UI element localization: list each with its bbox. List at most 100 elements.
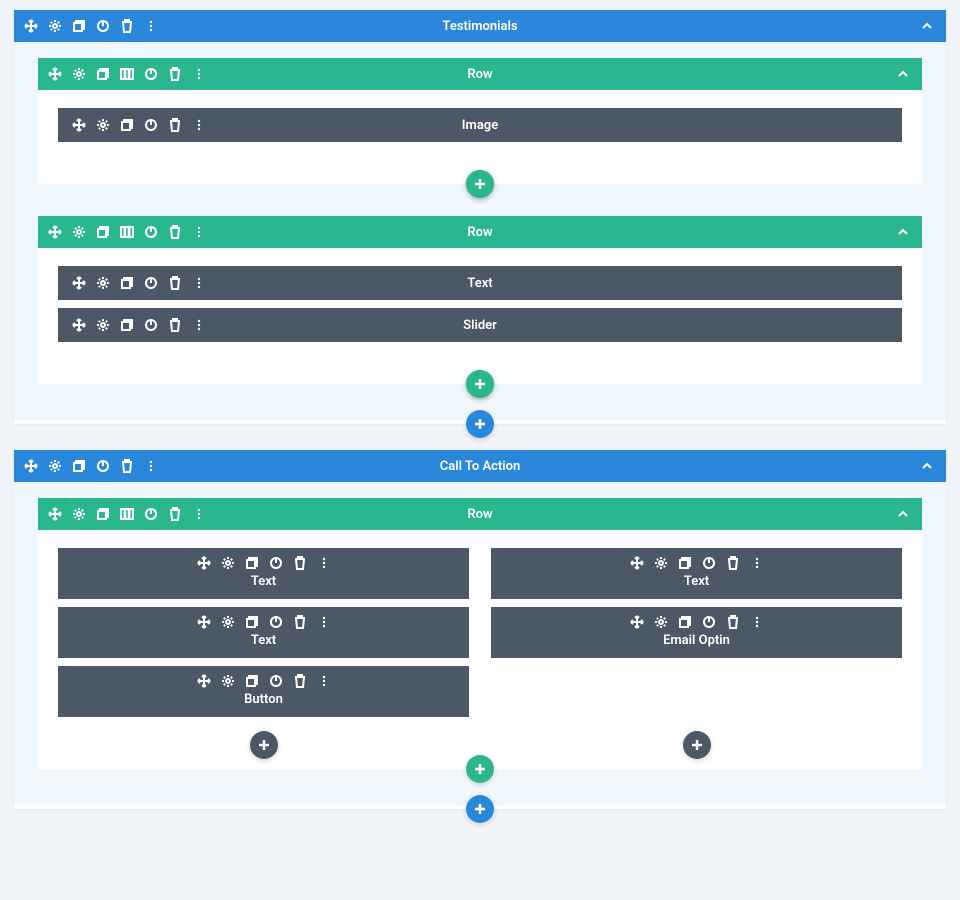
duplicate-icon[interactable]	[678, 556, 692, 570]
duplicate-icon[interactable]	[96, 507, 110, 521]
gear-icon[interactable]	[48, 459, 62, 473]
more-icon[interactable]	[144, 19, 158, 33]
trash-icon[interactable]	[168, 276, 182, 290]
add-row-button[interactable]	[466, 170, 494, 198]
more-icon[interactable]	[317, 674, 331, 688]
power-icon[interactable]	[144, 225, 158, 239]
trash-icon[interactable]	[120, 19, 134, 33]
duplicate-icon[interactable]	[72, 19, 86, 33]
more-icon[interactable]	[317, 556, 331, 570]
duplicate-icon[interactable]	[245, 674, 259, 688]
columns-icon[interactable]	[120, 67, 134, 81]
duplicate-icon[interactable]	[678, 615, 692, 629]
move-icon[interactable]	[48, 67, 62, 81]
power-icon[interactable]	[269, 556, 283, 570]
add-section-button[interactable]	[466, 795, 494, 823]
duplicate-icon[interactable]	[245, 556, 259, 570]
chevron-up-icon[interactable]	[920, 459, 934, 473]
move-icon[interactable]	[72, 118, 86, 132]
module-slider[interactable]: Slider	[58, 308, 902, 342]
move-icon[interactable]	[48, 507, 62, 521]
gear-icon[interactable]	[72, 507, 86, 521]
move-icon[interactable]	[197, 674, 211, 688]
add-row-button[interactable]	[466, 755, 494, 783]
duplicate-icon[interactable]	[96, 225, 110, 239]
more-icon[interactable]	[317, 615, 331, 629]
trash-icon[interactable]	[168, 225, 182, 239]
columns-icon[interactable]	[120, 225, 134, 239]
columns-icon[interactable]	[120, 507, 134, 521]
trash-icon[interactable]	[726, 615, 740, 629]
move-icon[interactable]	[48, 225, 62, 239]
more-icon[interactable]	[750, 556, 764, 570]
more-icon[interactable]	[192, 118, 206, 132]
gear-icon[interactable]	[72, 67, 86, 81]
add-row-button[interactable]	[466, 370, 494, 398]
power-icon[interactable]	[144, 318, 158, 332]
more-icon[interactable]	[192, 318, 206, 332]
chevron-up-icon[interactable]	[896, 225, 910, 239]
move-icon[interactable]	[24, 19, 38, 33]
more-icon[interactable]	[192, 507, 206, 521]
gear-icon[interactable]	[96, 276, 110, 290]
module-button[interactable]: Button	[58, 666, 469, 717]
power-icon[interactable]	[144, 507, 158, 521]
gear-icon[interactable]	[72, 225, 86, 239]
module-text[interactable]: Text	[58, 548, 469, 599]
more-icon[interactable]	[192, 276, 206, 290]
power-icon[interactable]	[702, 556, 716, 570]
module-text[interactable]: Text	[58, 266, 902, 300]
trash-icon[interactable]	[293, 674, 307, 688]
move-icon[interactable]	[197, 615, 211, 629]
move-icon[interactable]	[24, 459, 38, 473]
add-section-button[interactable]	[466, 410, 494, 438]
gear-icon[interactable]	[221, 615, 235, 629]
duplicate-icon[interactable]	[96, 67, 110, 81]
more-icon[interactable]	[750, 615, 764, 629]
duplicate-icon[interactable]	[72, 459, 86, 473]
trash-icon[interactable]	[120, 459, 134, 473]
gear-icon[interactable]	[654, 615, 668, 629]
module-text[interactable]: Text	[58, 607, 469, 658]
trash-icon[interactable]	[168, 507, 182, 521]
power-icon[interactable]	[144, 276, 158, 290]
gear-icon[interactable]	[96, 118, 110, 132]
trash-icon[interactable]	[293, 615, 307, 629]
gear-icon[interactable]	[48, 19, 62, 33]
trash-icon[interactable]	[726, 556, 740, 570]
power-icon[interactable]	[702, 615, 716, 629]
move-icon[interactable]	[630, 556, 644, 570]
gear-icon[interactable]	[221, 556, 235, 570]
trash-icon[interactable]	[168, 67, 182, 81]
power-icon[interactable]	[96, 19, 110, 33]
gear-icon[interactable]	[221, 674, 235, 688]
trash-icon[interactable]	[168, 318, 182, 332]
chevron-up-icon[interactable]	[920, 19, 934, 33]
move-icon[interactable]	[72, 276, 86, 290]
duplicate-icon[interactable]	[245, 615, 259, 629]
move-icon[interactable]	[72, 318, 86, 332]
module-image[interactable]: Image	[58, 108, 902, 142]
duplicate-icon[interactable]	[120, 318, 134, 332]
more-icon[interactable]	[144, 459, 158, 473]
chevron-up-icon[interactable]	[896, 67, 910, 81]
add-module-button[interactable]	[683, 731, 711, 759]
power-icon[interactable]	[144, 67, 158, 81]
power-icon[interactable]	[269, 615, 283, 629]
more-icon[interactable]	[192, 225, 206, 239]
module-text[interactable]: Text	[491, 548, 902, 599]
power-icon[interactable]	[269, 674, 283, 688]
add-module-button[interactable]	[250, 731, 278, 759]
power-icon[interactable]	[96, 459, 110, 473]
more-icon[interactable]	[192, 67, 206, 81]
power-icon[interactable]	[144, 118, 158, 132]
module-email-optin[interactable]: Email Optin	[491, 607, 902, 658]
chevron-up-icon[interactable]	[896, 507, 910, 521]
trash-icon[interactable]	[293, 556, 307, 570]
trash-icon[interactable]	[168, 118, 182, 132]
duplicate-icon[interactable]	[120, 118, 134, 132]
duplicate-icon[interactable]	[120, 276, 134, 290]
gear-icon[interactable]	[96, 318, 110, 332]
move-icon[interactable]	[630, 615, 644, 629]
move-icon[interactable]	[197, 556, 211, 570]
